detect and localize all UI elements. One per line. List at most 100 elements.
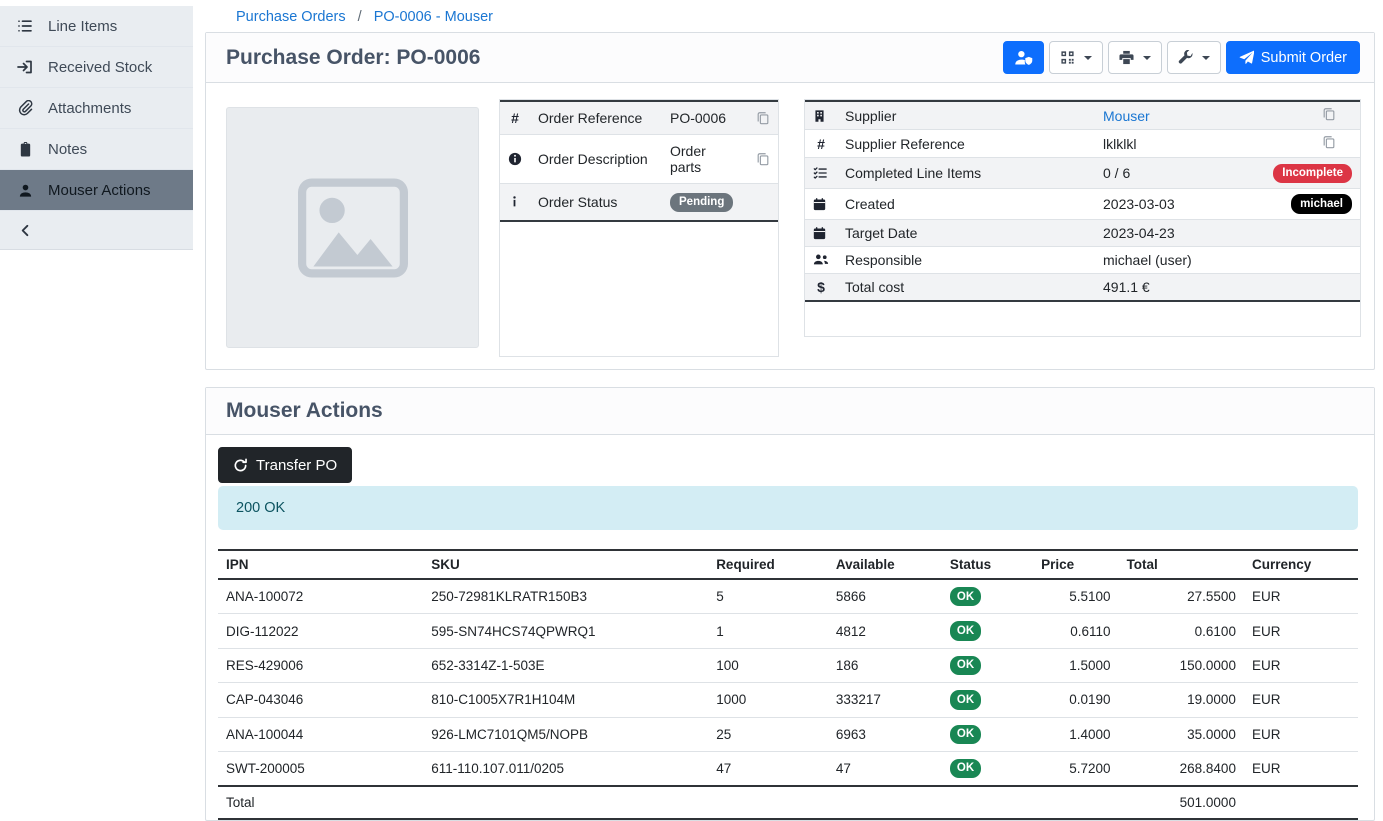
status-alert: 200 OK	[218, 486, 1358, 530]
copy-icon[interactable]	[1322, 135, 1352, 149]
detail-row-order-description: Order Description Order parts	[500, 135, 778, 184]
detail-row-completed-line-items: Completed Line Items 0 / 6 Incomplete	[805, 158, 1360, 189]
header-actions: Submit Order	[1003, 41, 1360, 74]
col-price: Price	[1033, 550, 1119, 579]
col-available: Available	[828, 550, 942, 579]
cell-available: 4812	[828, 614, 942, 648]
detail-value: 491.1 €	[1095, 273, 1265, 301]
cell-total: 27.5500	[1119, 579, 1244, 614]
cell-sku: 611-110.107.011/0205	[423, 751, 708, 786]
detail-value: 2023-03-03	[1095, 188, 1265, 219]
order-status-badge: Pending	[670, 193, 733, 212]
cell-price: 5.5100	[1033, 579, 1119, 614]
supplier-summary-box: Supplier Mouser # Supplier Reference lkl…	[804, 99, 1361, 337]
list-check-icon	[813, 166, 829, 180]
order-summary-box: # Order Reference PO-0006 Order Descript…	[499, 99, 779, 357]
detail-label: Supplier	[837, 101, 1095, 130]
list-icon	[16, 18, 34, 34]
cell-sku: 926-LMC7101QM5/NOPB	[423, 717, 708, 751]
calendar-icon	[813, 226, 829, 240]
page-title: Purchase Order: PO-0006	[226, 46, 480, 70]
order-summary-table: # Order Reference PO-0006 Order Descript…	[500, 100, 778, 222]
breadcrumb-link-purchase-orders[interactable]: Purchase Orders	[236, 9, 346, 25]
table-row: ANA-100044 926-LMC7101QM5/NOPB 25 6963 O…	[218, 717, 1358, 751]
sign-in-icon	[16, 59, 34, 75]
col-total: Total	[1119, 550, 1244, 579]
detail-row-order-status: Order Status Pending	[500, 184, 778, 221]
note-icon	[16, 142, 34, 157]
printer-icon	[1119, 50, 1134, 65]
copy-icon[interactable]	[756, 111, 770, 125]
supplier-link[interactable]: Mouser	[1103, 108, 1150, 124]
cell-ipn: SWT-200005	[218, 751, 423, 786]
sidebar-item-label: Notes	[48, 141, 87, 158]
cell-price: 1.4000	[1033, 717, 1119, 751]
copy-icon[interactable]	[756, 152, 770, 166]
main-content: Purchase Orders / PO-0006 - Mouser Purch…	[193, 0, 1383, 794]
copy-icon[interactable]	[1322, 107, 1352, 121]
cell-total: 35.0000	[1119, 717, 1244, 751]
cell-sku: 250-72981KLRATR150B3	[423, 579, 708, 614]
user-icon	[16, 183, 34, 198]
detail-value: 0 / 6	[1095, 158, 1265, 189]
caret-down-icon	[1084, 56, 1092, 60]
building-icon	[813, 109, 829, 123]
order-image-placeholder[interactable]	[226, 107, 479, 348]
cell-price: 0.6110	[1033, 614, 1119, 648]
cell-available: 333217	[828, 683, 942, 717]
user-admin-button[interactable]	[1003, 41, 1044, 74]
cell-currency: EUR	[1244, 579, 1358, 614]
status-alert-text: 200 OK	[236, 500, 285, 516]
detail-row-total-cost: $ Total cost 491.1 €	[805, 273, 1360, 301]
breadcrumb: Purchase Orders / PO-0006 - Mouser	[205, 0, 1375, 32]
row-status-badge: OK	[950, 587, 981, 606]
cell-available: 47	[828, 751, 942, 786]
chevron-left-icon	[16, 223, 34, 238]
col-currency: Currency	[1244, 550, 1358, 579]
cell-total: 268.8400	[1119, 751, 1244, 786]
cell-required: 1	[708, 614, 828, 648]
hash-icon: #	[511, 110, 519, 126]
detail-row-created: Created 2023-03-03 michael	[805, 188, 1360, 219]
sidebar-item-received-stock[interactable]: Received Stock	[0, 47, 193, 88]
incomplete-badge: Incomplete	[1273, 164, 1352, 183]
sidebar-item-label: Attachments	[48, 100, 131, 117]
paperclip-icon	[16, 100, 34, 116]
cell-available: 6963	[828, 717, 942, 751]
sidebar-collapse-button[interactable]	[0, 211, 193, 249]
cell-currency: EUR	[1244, 648, 1358, 682]
detail-label: Completed Line Items	[837, 158, 1095, 189]
cell-sku: 652-3314Z-1-503E	[423, 648, 708, 682]
barcode-actions-button[interactable]	[1049, 41, 1103, 74]
sidebar-nav: Line Items Received Stock Attachments No…	[0, 6, 193, 250]
cell-ipn: ANA-100072	[218, 579, 423, 614]
detail-label: Created	[837, 188, 1095, 219]
sidebar-item-notes[interactable]: Notes	[0, 129, 193, 170]
cell-price: 1.5000	[1033, 648, 1119, 682]
detail-row-supplier: Supplier Mouser	[805, 101, 1360, 130]
breadcrumb-link-current-order[interactable]: PO-0006 - Mouser	[374, 9, 493, 25]
cell-ipn: CAP-043046	[218, 683, 423, 717]
sidebar-item-line-items[interactable]: Line Items	[0, 6, 193, 47]
sidebar-item-attachments[interactable]: Attachments	[0, 88, 193, 129]
wrench-icon	[1178, 50, 1193, 65]
info-icon	[508, 195, 522, 208]
table-row: RES-429006 652-3314Z-1-503E 100 186 OK 1…	[218, 648, 1358, 682]
cell-required: 47	[708, 751, 828, 786]
transfer-po-button[interactable]: Transfer PO	[218, 447, 352, 483]
cell-currency: EUR	[1244, 683, 1358, 717]
table-row: DIG-112022 595-SN74HCS74QPWRQ1 1 4812 OK…	[218, 614, 1358, 648]
sidebar: Line Items Received Stock Attachments No…	[0, 0, 193, 794]
detail-label: Order Reference	[530, 101, 662, 135]
table-row: ANA-100072 250-72981KLRATR150B3 5 5866 O…	[218, 579, 1358, 614]
caret-down-icon	[1143, 56, 1151, 60]
qr-code-icon	[1060, 50, 1075, 65]
sidebar-item-label: Received Stock	[48, 59, 152, 76]
detail-value: lklklkl	[1095, 130, 1265, 158]
detail-row-target-date: Target Date 2023-04-23	[805, 219, 1360, 246]
print-actions-button[interactable]	[1108, 41, 1162, 74]
sidebar-item-mouser-actions[interactable]: Mouser Actions	[0, 170, 193, 211]
submit-order-button[interactable]: Submit Order	[1226, 41, 1360, 74]
order-actions-button[interactable]	[1167, 41, 1221, 74]
person-shield-icon	[1014, 49, 1033, 66]
